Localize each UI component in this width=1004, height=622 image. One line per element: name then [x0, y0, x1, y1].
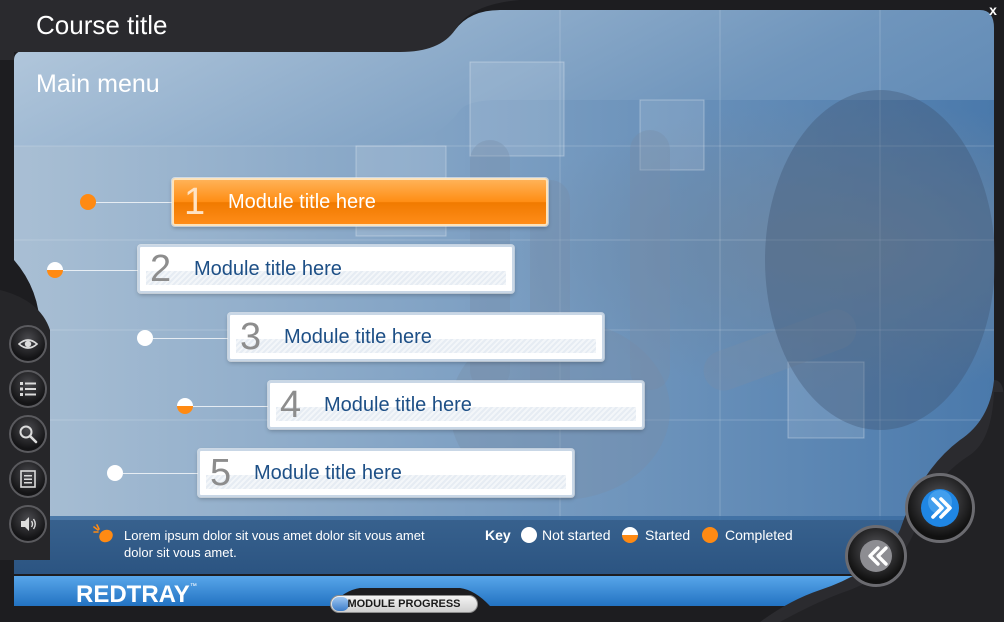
course-title: Course title — [36, 10, 168, 40]
module-1-connector — [96, 202, 172, 203]
module-5-status-dot — [107, 465, 123, 481]
key-completed-dot — [702, 527, 718, 543]
module-3-status-dot — [137, 330, 153, 346]
progress-label: MODULE PROGRESS — [347, 598, 461, 610]
module-4-connector — [193, 406, 269, 407]
module-label: Module title here — [284, 326, 432, 348]
key-not-started-dot — [521, 527, 537, 543]
module-label: Module title here — [194, 258, 342, 280]
double-chevron-right-icon — [921, 489, 959, 527]
eye-icon — [18, 339, 38, 349]
key-label: Key — [485, 527, 511, 543]
audio-button[interactable] — [9, 505, 47, 543]
notes-button[interactable] — [9, 460, 47, 498]
module-3-button[interactable]: 3 Module title here — [228, 313, 604, 361]
mouse-click-icon — [93, 524, 113, 543]
module-label: Module title here — [228, 191, 376, 213]
module-3-connector — [153, 338, 229, 339]
menu-list-icon — [20, 382, 36, 396]
module-4-status-dot — [177, 398, 193, 414]
module-number: 3 — [240, 316, 262, 358]
module-5-connector — [123, 473, 199, 474]
brand-name: REDTRAY — [76, 581, 190, 608]
menu-button[interactable] — [9, 370, 47, 408]
key-not-started-label: Not started — [542, 527, 611, 543]
key-completed-label: Completed — [725, 527, 793, 543]
search-button[interactable] — [9, 415, 47, 453]
brand-logo: REDTRAY™ — [76, 581, 197, 609]
module-label: Module title here — [324, 394, 472, 416]
module-number: 2 — [150, 248, 172, 290]
double-chevron-left-icon — [860, 540, 892, 572]
module-label: Module title here — [254, 462, 402, 484]
instruction-text: Lorem ipsum dolor sit vous amet dolor si… — [124, 528, 425, 560]
module-progress-button[interactable]: MODULE PROGRESS — [330, 595, 478, 613]
key-started-label: Started — [645, 527, 691, 543]
page-title: Main menu — [36, 70, 160, 98]
module-2-status-dot — [47, 262, 63, 278]
back-button[interactable] — [845, 525, 907, 587]
module-4-button[interactable]: 4 Module title here — [268, 381, 644, 429]
notes-icon — [20, 470, 36, 488]
module-1-status-dot — [80, 194, 96, 210]
course-player: Course title x Main menu 1 Module title … — [0, 0, 1004, 622]
module-5-button[interactable]: 5 Module title here — [198, 449, 574, 497]
module-number: 1 — [184, 181, 206, 223]
module-2-button[interactable]: 2 Module title here — [138, 245, 514, 293]
magnifier-icon — [19, 425, 38, 444]
trademark-mark: ™ — [189, 583, 197, 590]
module-2-connector — [63, 270, 139, 271]
view-button[interactable] — [9, 325, 47, 363]
key-started-dot — [622, 527, 638, 543]
close-button[interactable]: x — [985, 2, 1001, 20]
next-button[interactable] — [905, 473, 975, 543]
module-number: 4 — [280, 384, 302, 426]
speaker-icon — [21, 517, 36, 531]
module-1-button[interactable]: 1 Module title here — [172, 178, 548, 226]
module-number: 5 — [210, 452, 232, 494]
